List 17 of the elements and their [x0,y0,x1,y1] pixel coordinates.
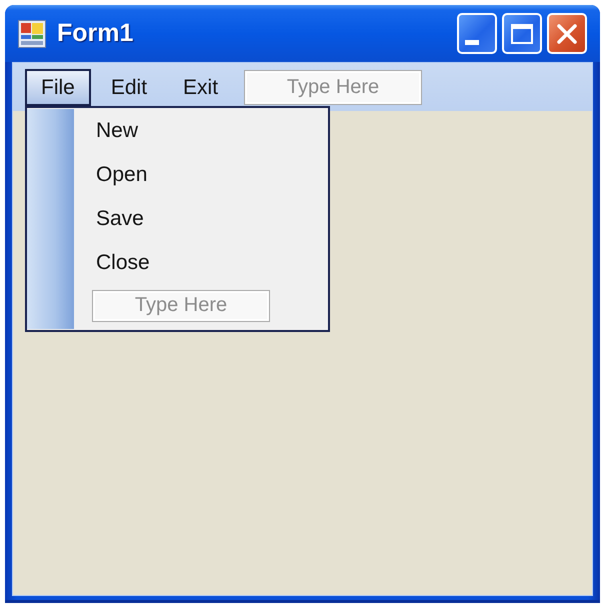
minimize-button[interactable] [457,13,497,54]
menu-item[interactable]: Close [74,240,150,284]
menu-item[interactable]: Open [74,152,148,196]
menu-item[interactable]: Save [74,196,144,240]
menu-item[interactable]: Exit [167,68,234,106]
new-item-field[interactable]: Type Here [92,290,270,322]
maximize-icon [511,24,533,44]
menu-item[interactable]: Edit [94,68,164,106]
close-icon [557,24,577,44]
close-button[interactable] [547,13,587,54]
menu-item[interactable]: File [25,68,91,106]
new-item-field[interactable]: Type Here [244,70,422,104]
minimize-icon [465,40,479,45]
maximize-button[interactable] [502,13,542,54]
app-window-icon [18,20,46,48]
window-title: Form1 [57,21,134,46]
menu-item[interactable]: New [74,108,138,152]
